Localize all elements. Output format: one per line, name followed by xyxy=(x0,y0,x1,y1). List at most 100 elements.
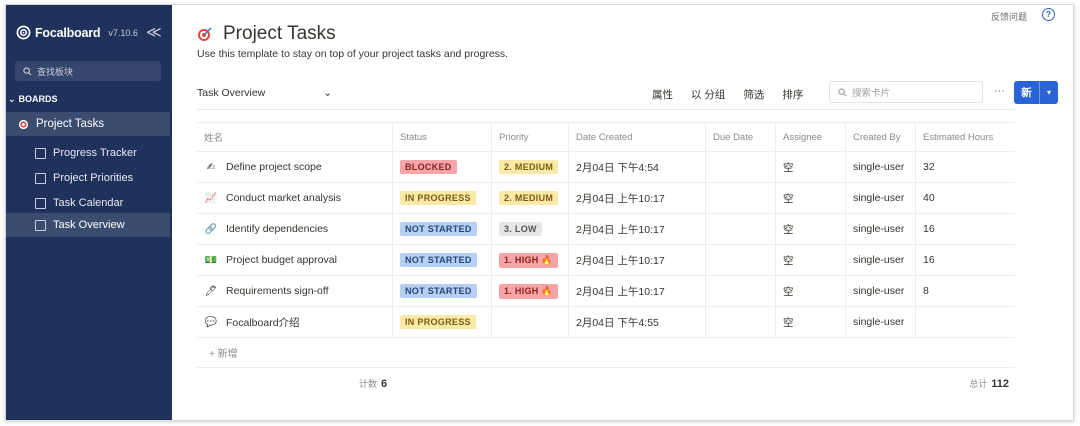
name-cell[interactable]: ✍ Define project scope xyxy=(197,152,393,182)
column-header-due-date[interactable]: Due Date xyxy=(706,123,776,151)
column-header-created-by[interactable]: Created By xyxy=(846,123,916,151)
task-name: Identify dependencies xyxy=(226,223,329,235)
status-cell[interactable]: NOT STARTED xyxy=(393,276,492,306)
sort-button[interactable]: 排序 xyxy=(782,87,803,102)
status-badge: NOT STARTED xyxy=(400,222,477,236)
chevron-down-icon[interactable]: ▾ xyxy=(1040,88,1058,97)
estimated-hours-cell[interactable]: 8 xyxy=(916,276,1015,306)
sidebar-board-project-tasks[interactable]: Project Tasks xyxy=(6,112,170,136)
page-description[interactable]: Use this template to stay on top of your… xyxy=(197,48,508,60)
view-selector[interactable]: Task Overview ⌄ xyxy=(197,87,332,99)
brand[interactable]: Focalboard v7.10.6 xyxy=(16,25,138,40)
estimated-hours-cell[interactable]: 40 xyxy=(916,183,1015,213)
estimated-hours-cell[interactable]: 32 xyxy=(916,152,1015,182)
view-selector-label: Task Overview xyxy=(197,87,266,99)
priority-cell[interactable] xyxy=(492,307,569,337)
boards-section-header[interactable]: ⌄ BOARDS xyxy=(6,94,58,105)
due-date-cell[interactable] xyxy=(706,245,776,275)
status-cell[interactable]: NOT STARTED xyxy=(393,245,492,275)
target-icon xyxy=(18,119,29,129)
assignee-cell[interactable]: 空 xyxy=(776,276,846,306)
priority-cell[interactable]: 1. HIGH 🔥 xyxy=(492,245,569,275)
count-label: 计数 xyxy=(359,379,378,389)
group-by-button[interactable]: 以 分组 xyxy=(691,87,725,102)
created-by-cell: single-user xyxy=(846,152,916,182)
help-icon[interactable]: ? xyxy=(1042,8,1055,21)
task-table: 姓名 Status Priority Date Created Due Date… xyxy=(197,122,1015,368)
priority-badge: 3. LOW xyxy=(499,222,542,236)
table-row[interactable]: 🖊 Requirements sign-off NOT STARTED 1. HI… xyxy=(197,276,1015,307)
name-cell[interactable]: 🖊 Requirements sign-off xyxy=(197,276,393,306)
sidebar-view-label: Task Calendar xyxy=(53,197,124,209)
sidebar-search[interactable]: 查找板块 xyxy=(15,61,161,81)
board-view-icon xyxy=(35,172,46,184)
sidebar-view-progress-tracker[interactable]: Progress Tracker xyxy=(6,141,170,165)
collapse-sidebar-icon[interactable]: ≪ xyxy=(146,23,162,41)
table-footer: 计数 6 总计 112 xyxy=(197,377,1015,391)
properties-button[interactable]: 属性 xyxy=(652,87,673,102)
name-cell[interactable]: 💬 Focalboard介绍 xyxy=(197,307,393,337)
date-created-cell: 2月04日 上午10:17 xyxy=(569,276,706,306)
column-header-name[interactable]: 姓名 xyxy=(197,123,393,151)
main-content: 反馈问题 ? Project Tasks Use this template t… xyxy=(172,5,1073,420)
add-row-button[interactable]: + 新增 xyxy=(197,338,1015,368)
assignee-cell[interactable]: 空 xyxy=(776,183,846,213)
column-header-status[interactable]: Status xyxy=(393,123,492,151)
status-cell[interactable]: NOT STARTED xyxy=(393,214,492,244)
status-cell[interactable]: BLOCKED xyxy=(393,152,492,182)
name-cell[interactable]: 📈 Conduct market analysis xyxy=(197,183,393,213)
status-badge: IN PROGRESS xyxy=(400,315,476,329)
table-row[interactable]: 📈 Conduct market analysis IN PROGRESS 2. … xyxy=(197,183,1015,214)
task-name: Conduct market analysis xyxy=(226,192,341,204)
task-name: Define project scope xyxy=(226,161,322,173)
sidebar-view-task-calendar[interactable]: Task Calendar xyxy=(6,191,170,215)
date-created-cell: 2月04日 下午4:55 xyxy=(569,307,706,337)
filter-button[interactable]: 筛选 xyxy=(743,87,764,102)
assignee-cell[interactable]: 空 xyxy=(776,307,846,337)
status-cell[interactable]: IN PROGRESS xyxy=(393,183,492,213)
new-card-button[interactable]: 新 ▾ xyxy=(1014,81,1058,104)
count-summary[interactable]: 计数 6 xyxy=(359,377,387,390)
assignee-cell[interactable]: 空 xyxy=(776,214,846,244)
priority-cell[interactable]: 3. LOW xyxy=(492,214,569,244)
column-header-date-created[interactable]: Date Created xyxy=(569,123,706,151)
assignee-cell[interactable]: 空 xyxy=(776,152,846,182)
table-row[interactable]: ✍ Define project scope BLOCKED 2. MEDIUM … xyxy=(197,152,1015,183)
created-by-cell: single-user xyxy=(846,245,916,275)
sidebar-view-task-overview[interactable]: Task Overview xyxy=(6,213,170,237)
card-search-input[interactable]: 搜索卡片 xyxy=(829,81,983,103)
page-title[interactable]: Project Tasks xyxy=(223,23,336,45)
due-date-cell[interactable] xyxy=(706,152,776,182)
assignee-cell[interactable]: 空 xyxy=(776,245,846,275)
link-icon: 🔗 xyxy=(204,223,218,235)
name-cell[interactable]: 💵 Project budget approval xyxy=(197,245,393,275)
name-cell[interactable]: 🔗 Identify dependencies xyxy=(197,214,393,244)
table-row[interactable]: 🔗 Identify dependencies NOT STARTED 3. LO… xyxy=(197,214,1015,245)
status-cell[interactable]: IN PROGRESS xyxy=(393,307,492,337)
feedback-link[interactable]: 反馈问题 xyxy=(991,10,1027,23)
more-options-icon[interactable]: ··· xyxy=(994,85,1005,97)
estimated-hours-cell[interactable]: 16 xyxy=(916,214,1015,244)
boards-heading: BOARDS xyxy=(18,94,58,104)
task-name: Requirements sign-off xyxy=(226,285,329,297)
board-title-row: Project Tasks xyxy=(197,23,336,45)
priority-cell[interactable]: 2. MEDIUM xyxy=(492,183,569,213)
table-row[interactable]: 💬 Focalboard介绍 IN PROGRESS 2月04日 下午4:55 空… xyxy=(197,307,1015,338)
column-header-assignee[interactable]: Assignee xyxy=(776,123,846,151)
column-header-priority[interactable]: Priority xyxy=(492,123,569,151)
brand-name: Focalboard xyxy=(35,25,101,40)
due-date-cell[interactable] xyxy=(706,183,776,213)
table-view-icon xyxy=(35,219,46,231)
estimated-hours-cell[interactable] xyxy=(916,307,1015,337)
column-header-estimated-hours[interactable]: Estimated Hours xyxy=(916,123,1015,151)
due-date-cell[interactable] xyxy=(706,276,776,306)
table-row[interactable]: 💵 Project budget approval NOT STARTED 1. … xyxy=(197,245,1015,276)
due-date-cell[interactable] xyxy=(706,214,776,244)
due-date-cell[interactable] xyxy=(706,307,776,337)
chevron-down-icon: ⌄ xyxy=(8,94,16,104)
priority-cell[interactable]: 1. HIGH 🔥 xyxy=(492,276,569,306)
total-summary[interactable]: 总计 112 xyxy=(969,377,1009,390)
estimated-hours-cell[interactable]: 16 xyxy=(916,245,1015,275)
sidebar-view-project-priorities[interactable]: Project Priorities xyxy=(6,166,170,190)
priority-cell[interactable]: 2. MEDIUM xyxy=(492,152,569,182)
